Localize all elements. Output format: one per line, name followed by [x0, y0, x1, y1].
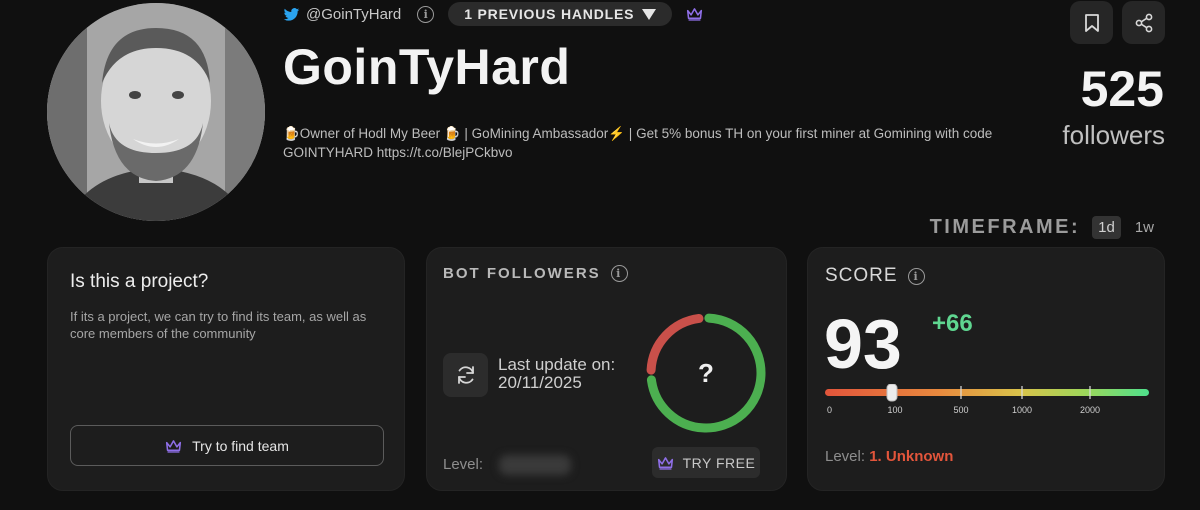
try-free-button[interactable]: TRY FREE	[652, 447, 760, 478]
followers-label: followers	[1062, 120, 1165, 150]
twitter-bird-icon	[283, 7, 300, 21]
score-title: SCORE	[825, 265, 898, 286]
score-tick-label: 2000	[1080, 405, 1100, 415]
score-level: Level: 1. Unknown	[825, 448, 953, 465]
bot-followers-card: BOT FOLLOWERS i Last update on: 20/11/20…	[426, 247, 787, 491]
score-header: SCORE i	[825, 265, 925, 287]
caret-down-icon	[642, 8, 657, 20]
refresh-icon	[457, 366, 474, 384]
profile-handle[interactable]: @GoinTyHard	[306, 6, 401, 23]
score-scale: 0 100 500 1000 2000	[825, 384, 1149, 415]
handle-row: @GoinTyHard i 1 PREVIOUS HANDLES	[283, 2, 703, 26]
project-card: Is this a project? If its a project, we …	[47, 247, 405, 491]
previous-handles-dropdown[interactable]: 1 PREVIOUS HANDLES	[448, 2, 673, 26]
try-free-label: TRY FREE	[682, 454, 756, 471]
profile-bio: 🍺Owner of Hodl My Beer 🍺 | GoMining Amba…	[283, 126, 993, 160]
project-card-description: If its a project, we can try to find its…	[70, 309, 367, 341]
bookmark-button[interactable]	[1070, 1, 1113, 44]
profile-avatar	[47, 3, 265, 221]
info-icon[interactable]: i	[907, 267, 925, 285]
bot-followers-title: BOT FOLLOWERS	[443, 265, 601, 282]
crown-icon	[166, 439, 182, 453]
find-team-button[interactable]: Try to find team	[70, 425, 384, 466]
bot-level-label: Level:	[443, 456, 484, 473]
last-update-date: 20/11/2025	[498, 373, 582, 392]
timeframe-option-1w[interactable]: 1w	[1129, 216, 1160, 239]
last-update-label: Last update on:	[498, 355, 616, 374]
bookmark-icon	[1084, 13, 1099, 32]
timeframe-selector: TIMEFRAME: 1d 1w	[930, 215, 1160, 239]
score-tick-label: 100	[887, 405, 902, 415]
info-icon[interactable]: i	[417, 5, 435, 23]
timeframe-option-1d[interactable]: 1d	[1092, 215, 1121, 239]
share-button[interactable]	[1122, 1, 1165, 44]
project-card-title: Is this a project?	[70, 271, 209, 292]
crown-icon	[657, 456, 673, 470]
bot-followers-ring: ?	[646, 313, 766, 433]
score-card: SCORE i 93 +66 0 100 500 1000 2000 Level…	[807, 247, 1165, 491]
score-level-value: 1. Unknown	[869, 448, 954, 465]
score-marker	[886, 384, 898, 402]
crown-icon	[687, 8, 703, 21]
ring-center-text: ?	[698, 358, 714, 388]
score-tick-label: 1000	[1012, 405, 1032, 415]
find-team-label: Try to find team	[192, 437, 289, 454]
bot-level-blurred-value	[499, 455, 571, 475]
score-value: 93	[824, 305, 902, 383]
followers-count: 525	[1080, 61, 1164, 117]
timeframe-label: TIMEFRAME:	[929, 215, 1081, 238]
refresh-button[interactable]	[443, 353, 488, 397]
last-update: Last update on: 20/11/2025	[498, 356, 615, 392]
score-tick-label: 500	[953, 405, 968, 415]
bot-followers-header: BOT FOLLOWERS i	[443, 265, 628, 282]
info-icon[interactable]: i	[610, 265, 628, 282]
share-icon	[1135, 13, 1152, 32]
previous-handles-label: 1 PREVIOUS HANDLES	[464, 6, 635, 22]
profile-name: GoinTyHard	[283, 39, 571, 95]
score-level-label: Level:	[825, 448, 866, 465]
score-tick-label: 0	[827, 405, 832, 415]
score-gradient-bar	[825, 389, 1149, 396]
score-delta: +66	[932, 310, 973, 337]
